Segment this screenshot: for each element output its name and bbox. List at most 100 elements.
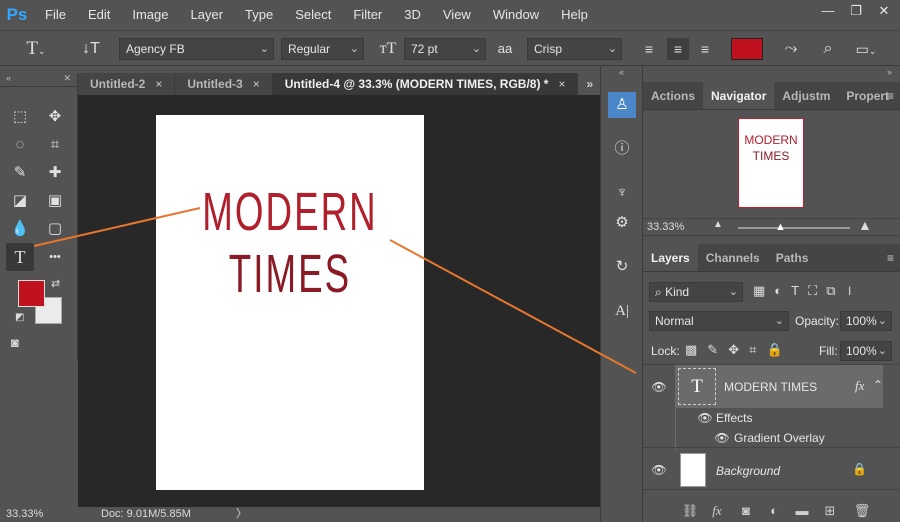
eraser-tool-icon[interactable]: ◪ bbox=[6, 187, 34, 215]
navigator-zoom-value[interactable]: 33.33% bbox=[647, 221, 684, 233]
close-icon[interactable]: ✕ bbox=[63, 73, 71, 86]
menu-window[interactable]: Window bbox=[482, 0, 550, 30]
link-layers-icon[interactable]: ⛓ bbox=[680, 502, 700, 520]
info-icon[interactable]: ⓘ bbox=[608, 136, 636, 162]
filter-pixel-icon[interactable]: ▦ bbox=[753, 283, 765, 301]
tab-untitled-3[interactable]: Untitled-3 × bbox=[175, 73, 273, 95]
zoom-in-icon[interactable]: ▲ bbox=[858, 217, 872, 233]
align-left-icon[interactable]: ≡ bbox=[641, 38, 657, 60]
lock-artboard-icon[interactable]: ⌗ bbox=[749, 342, 756, 358]
zoom-level[interactable]: 33.33% bbox=[6, 507, 43, 522]
workspace-icon[interactable]: ▭⌄ bbox=[855, 38, 877, 60]
shape-tool-icon[interactable]: ▢ bbox=[41, 215, 69, 243]
blend-mode-select[interactable]: Normal ⌄ bbox=[649, 311, 789, 331]
adjustment-layer-icon[interactable]: ◐ bbox=[764, 502, 784, 520]
eye-icon[interactable]: 👁 bbox=[714, 430, 730, 446]
layer-row-background[interactable]: 👁 Background 🔒 bbox=[643, 450, 900, 490]
filter-shape-icon[interactable]: ⛶ bbox=[808, 283, 817, 301]
close-tab-icon[interactable]: × bbox=[253, 77, 260, 91]
close-tab-icon[interactable]: × bbox=[558, 77, 565, 91]
brush-presets-icon[interactable]: ♆ bbox=[608, 180, 636, 206]
panel-menu-icon[interactable]: ≡ bbox=[887, 244, 894, 272]
text-layer-thumbnail[interactable]: T bbox=[678, 368, 716, 405]
fx-icon[interactable]: fx bbox=[855, 378, 864, 394]
gradient-overlay-row[interactable]: 👁 Gradient Overlay bbox=[643, 428, 900, 448]
tab-untitled-2[interactable]: Untitled-2 × bbox=[78, 73, 176, 95]
antialias-select[interactable]: Crisp ⌄ bbox=[527, 38, 622, 60]
fill-field[interactable]: 100% ⌄ bbox=[840, 341, 892, 361]
filter-toggle-icon[interactable]: ⏽ bbox=[845, 283, 855, 301]
lock-image-icon[interactable]: ✎ bbox=[707, 342, 718, 358]
tab-paths[interactable]: Paths bbox=[768, 244, 817, 271]
menu-view[interactable]: View bbox=[432, 0, 482, 30]
close-tab-icon[interactable]: × bbox=[155, 77, 162, 91]
font-family-select[interactable]: Agency FB ⌄ bbox=[119, 38, 274, 60]
gradient-tool-icon[interactable]: ▣ bbox=[41, 187, 69, 215]
more-tabs-icon[interactable]: » bbox=[578, 73, 601, 95]
canvas-area[interactable]: MODERN TIMES bbox=[78, 95, 600, 507]
new-layer-icon[interactable]: ⊞ bbox=[820, 502, 840, 520]
lock-transparent-icon[interactable]: ▩ bbox=[685, 342, 697, 358]
menu-layer[interactable]: Layer bbox=[180, 0, 235, 30]
restore-button[interactable]: ❐ bbox=[846, 3, 866, 19]
move-tool-icon[interactable]: ✥ bbox=[41, 103, 69, 131]
lock-all-icon[interactable]: 🔒 bbox=[766, 342, 782, 358]
panels-expand-icon[interactable]: » bbox=[643, 66, 900, 78]
eye-icon[interactable]: 👁 bbox=[697, 410, 713, 426]
status-menu-icon[interactable]: 〉 bbox=[236, 507, 247, 522]
zoom-out-icon[interactable]: ▲ bbox=[713, 219, 723, 230]
opacity-field[interactable]: 100% ⌄ bbox=[840, 311, 892, 331]
canvas-text-line-1[interactable]: MODERN bbox=[156, 181, 424, 243]
type-tool-icon[interactable]: T bbox=[6, 243, 34, 271]
effects-row[interactable]: 👁 Effects bbox=[643, 408, 900, 450]
more-tools-icon[interactable]: ••• bbox=[41, 243, 69, 271]
canvas-text-line-2[interactable]: TIMES bbox=[156, 243, 424, 305]
background-layer-thumbnail[interactable] bbox=[680, 453, 706, 487]
menu-filter[interactable]: Filter bbox=[342, 0, 393, 30]
font-size-select[interactable]: 72 pt ⌄ bbox=[404, 38, 486, 60]
marquee-tool-icon[interactable]: ⬚ bbox=[6, 103, 34, 131]
menu-file[interactable]: File bbox=[34, 0, 77, 30]
character-panel-icon[interactable]: A| bbox=[608, 298, 636, 324]
search-icon[interactable]: ⌕ bbox=[818, 38, 838, 60]
menu-edit[interactable]: Edit bbox=[77, 0, 121, 30]
filter-smart-object-icon[interactable]: ⧉ bbox=[826, 283, 835, 301]
tab-adjustments[interactable]: Adjustm bbox=[774, 82, 838, 109]
align-right-icon[interactable]: ≡ bbox=[697, 38, 713, 60]
tab-navigator[interactable]: Navigator bbox=[703, 82, 775, 109]
type-tool-preset-icon[interactable]: T⌄ bbox=[22, 38, 50, 60]
panel-menu-icon[interactable]: ≡ bbox=[887, 82, 894, 110]
chevron-up-icon[interactable]: ⌃ bbox=[873, 378, 883, 392]
document-canvas[interactable]: MODERN TIMES bbox=[156, 115, 424, 490]
quick-mask-icon[interactable]: ◙ bbox=[11, 335, 19, 350]
default-colors-icon[interactable]: ◩ bbox=[15, 312, 24, 323]
minimize-button[interactable]: — bbox=[818, 3, 838, 19]
tool-presets-icon[interactable]: ⚙ bbox=[608, 210, 636, 236]
swap-colors-icon[interactable]: ⇄ bbox=[51, 277, 60, 290]
close-button[interactable]: ✕ bbox=[874, 3, 894, 19]
zoom-slider-track[interactable] bbox=[738, 227, 850, 229]
brush-tool-icon[interactable]: ✎ bbox=[6, 159, 34, 187]
collapse-icon[interactable]: « bbox=[6, 73, 11, 86]
add-mask-icon[interactable]: ◙ bbox=[736, 502, 756, 520]
foreground-color-swatch[interactable] bbox=[18, 280, 45, 307]
filter-type-icon[interactable]: T bbox=[791, 283, 799, 301]
filter-adjustment-icon[interactable]: ◐ bbox=[774, 283, 782, 301]
tab-actions[interactable]: Actions bbox=[643, 82, 703, 109]
menu-type[interactable]: Type bbox=[234, 0, 284, 30]
menu-help[interactable]: Help bbox=[550, 0, 599, 30]
tab-channels[interactable]: Channels bbox=[698, 244, 768, 271]
libraries-icon[interactable]: ♙ bbox=[608, 92, 636, 118]
blur-tool-icon[interactable]: 💧 bbox=[6, 215, 34, 243]
menu-3d[interactable]: 3D bbox=[393, 0, 432, 30]
layer-name[interactable]: MODERN TIMES bbox=[724, 380, 817, 394]
healing-tool-icon[interactable]: ✚ bbox=[41, 159, 69, 187]
toggle-text-orientation-icon[interactable]: ↓T bbox=[80, 38, 102, 60]
align-center-icon[interactable]: ≡ bbox=[667, 38, 689, 60]
crop-tool-icon[interactable]: ⌗ bbox=[41, 131, 69, 159]
navigator-thumbnail[interactable]: MODERN TIMES bbox=[738, 118, 804, 208]
tab-layers[interactable]: Layers bbox=[643, 244, 698, 271]
zoom-slider-handle[interactable]: ▲ bbox=[775, 221, 786, 233]
dock-collapse-icon[interactable]: « bbox=[601, 66, 642, 78]
text-color-swatch[interactable] bbox=[731, 38, 763, 60]
